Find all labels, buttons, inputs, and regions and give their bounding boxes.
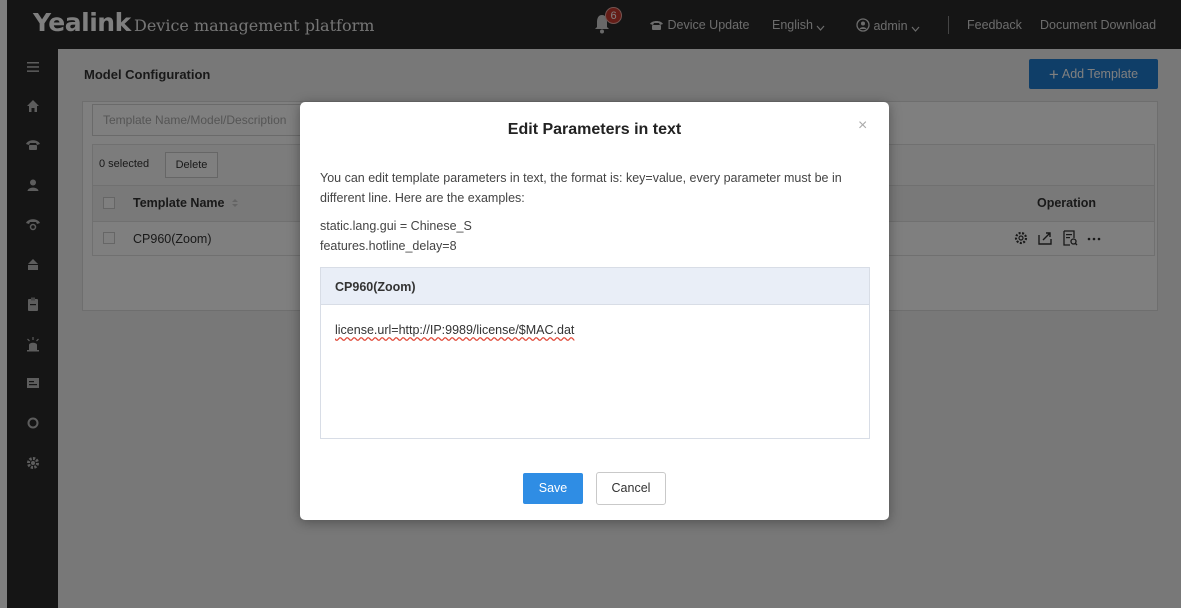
dialog-title: Edit Parameters in text bbox=[507, 121, 682, 138]
dialog-examples: static.lang.gui = Chinese_S features.hot… bbox=[320, 216, 472, 256]
parameter-textarea[interactable]: license.url=http://IP:9989/license/$MAC.… bbox=[321, 305, 869, 355]
edit-parameters-dialog: Edit Parameters in text × You can edit t… bbox=[300, 102, 889, 520]
editor-title: CP960(Zoom) bbox=[321, 268, 869, 305]
dialog-description: You can edit template parameters in text… bbox=[320, 171, 842, 205]
parameter-text: license.url=http://IP:9989/license/$MAC.… bbox=[335, 323, 575, 337]
close-icon[interactable]: × bbox=[858, 117, 867, 135]
modal-overlay[interactable]: Edit Parameters in text × You can edit t… bbox=[0, 0, 1181, 608]
save-button[interactable]: Save bbox=[523, 473, 583, 504]
example-line: static.lang.gui = Chinese_S bbox=[320, 219, 472, 233]
parameter-editor: CP960(Zoom) license.url=http://IP:9989/l… bbox=[320, 267, 870, 439]
example-line: features.hotline_delay=8 bbox=[320, 239, 457, 253]
cancel-button[interactable]: Cancel bbox=[596, 472, 666, 505]
